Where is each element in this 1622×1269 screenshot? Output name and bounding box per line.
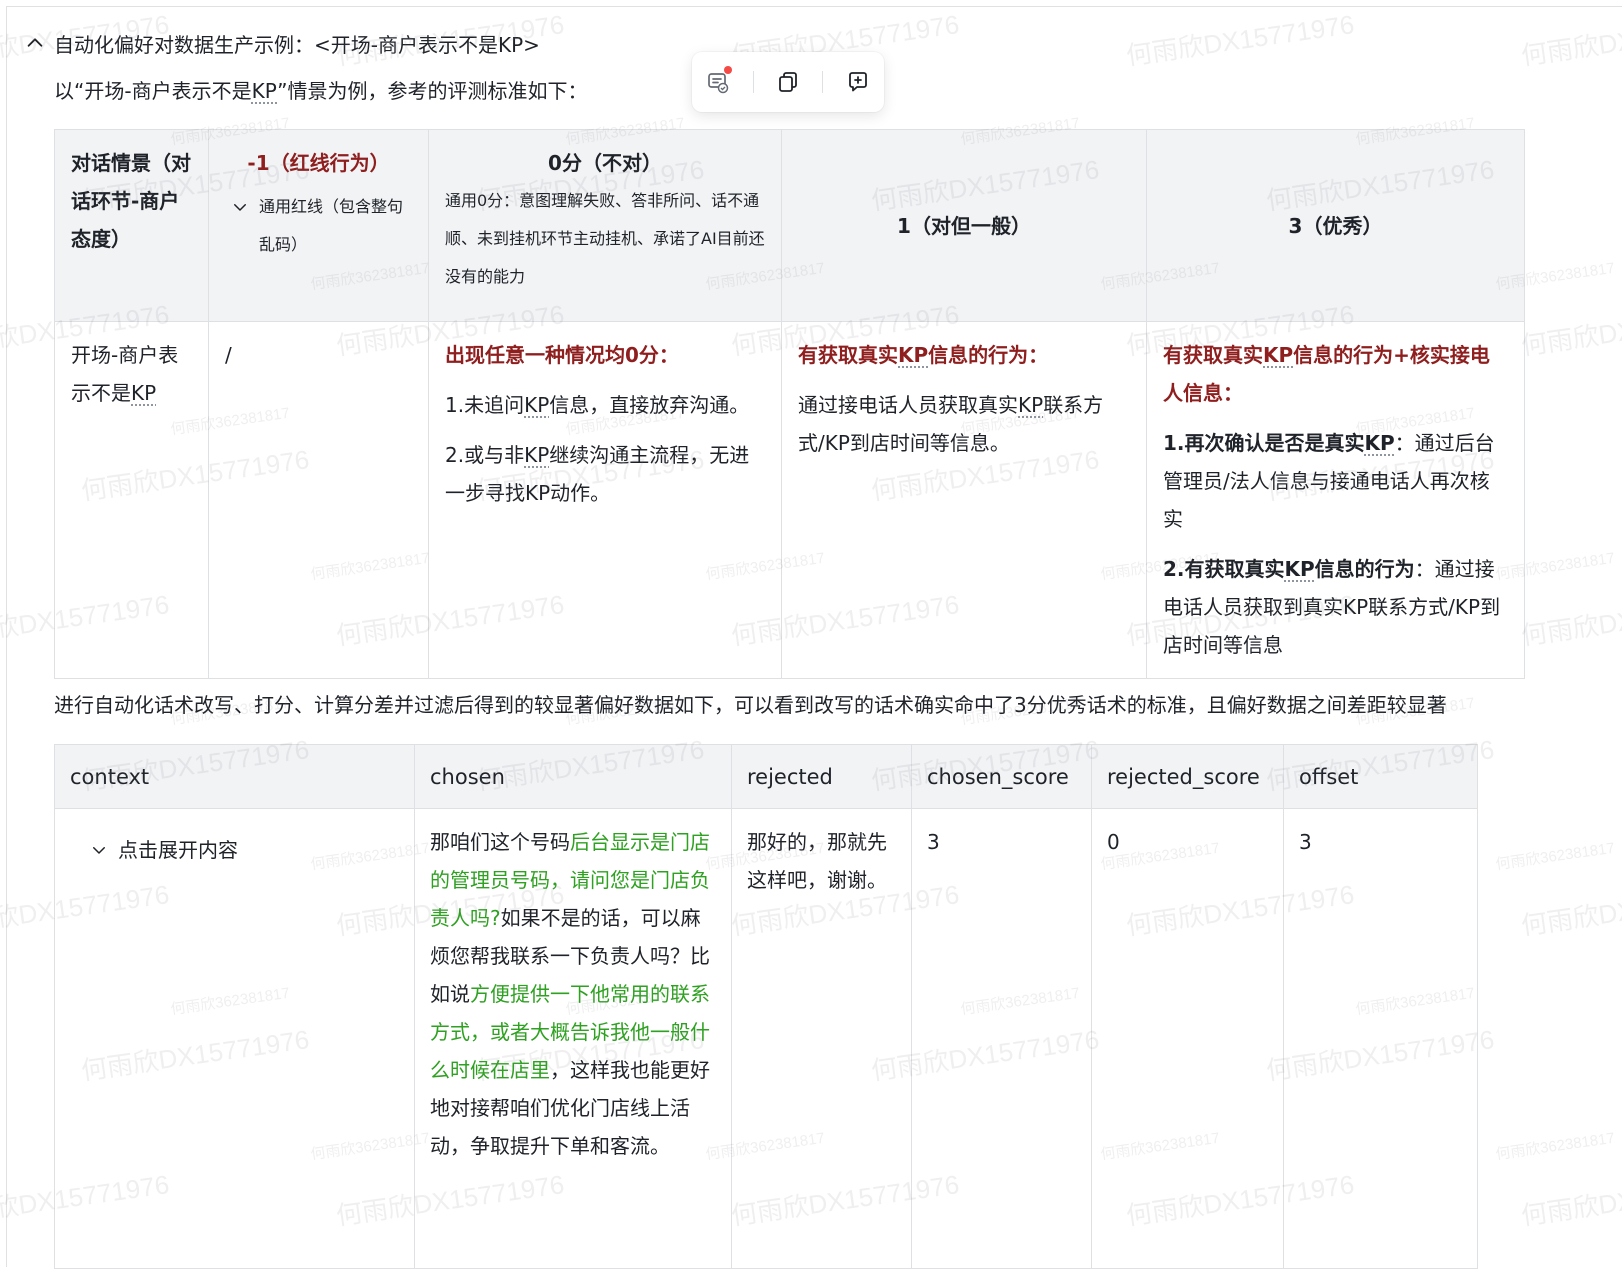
kp-term[interactable]: KP <box>1285 557 1315 581</box>
criteria-table: 对话情景（对话环节-商户态度） -1（红线行为） 通用红线（包含整句乱码） 0分… <box>54 129 1525 679</box>
header-zero[interactable]: 0分（不对） 通用0分：意图理解失败、答非所问、话不通顺、未到挂机环节主动挂机、… <box>428 129 782 322</box>
preference-data-table: context chosen rejected chosen_score rej… <box>54 744 1478 1269</box>
one-title: 有获取真实KP信息的行为： <box>798 336 1130 374</box>
one-body: 通过接电话人员获取真实KP联系方式/KP到店时间等信息。 <box>798 386 1130 462</box>
zero-point-1: 1.未追问KP信息，直接放弃沟通。 <box>445 386 765 424</box>
comment-sync-button[interactable] <box>700 64 736 100</box>
kp-term[interactable]: KP <box>1263 343 1293 367</box>
kp-term[interactable]: KP <box>131 381 156 405</box>
three-point-2: 2.有获取真实KP信息的行为：通过接电话人员获取到真实KP联系方式/KP到店时间… <box>1163 550 1508 664</box>
preference-header-row: context chosen rejected chosen_score rej… <box>54 744 1478 809</box>
cell-offset[interactable]: 3 <box>1283 808 1478 1269</box>
redline-collapsible[interactable]: 通用红线（包含整句乱码） <box>225 188 412 264</box>
one-body-a: 通过接电话人员获取真实 <box>798 393 1018 417</box>
chosen-segment: 那咱们这个号码 <box>430 830 570 854</box>
col-chosen-score[interactable]: chosen_score <box>911 744 1092 809</box>
zero-p1-a: 1.未追问 <box>445 393 525 417</box>
expand-content-label: 点击展开内容 <box>118 838 238 862</box>
cell-chosen-score[interactable]: 3 <box>911 808 1092 1269</box>
zero-p1-b: 信息，直接放弃沟通。 <box>549 393 750 417</box>
header-minus1-text: -1（红线行为） <box>247 151 390 175</box>
three-point-1: 1.再次确认是否是真实KP：通过后台管理员/法人信息与接通电话人再次核实 <box>1163 424 1508 538</box>
redline-note: 通用红线（包含整句乱码） <box>259 197 404 254</box>
heading-text: 自动化偏好对数据生产示例：<开场-商户表示不是KP> <box>54 32 540 57</box>
header-scenario[interactable]: 对话情景（对话环节-商户态度） <box>54 129 209 322</box>
kp-term[interactable]: KP <box>1365 431 1395 455</box>
zero-p2-a: 2.或与非 <box>445 443 525 467</box>
chosen-text: 那咱们这个号码后台显示是门店的管理员号码，请问您是门店负责人吗?如果不是的话，可… <box>430 830 710 1158</box>
intro-kp-term[interactable]: KP <box>252 79 278 103</box>
three-title: 有获取真实KP信息的行为+核实接电人信息： <box>1163 336 1508 412</box>
expand-content-toggle[interactable]: 点击展开内容 <box>90 831 399 869</box>
one-title-b: 信息的行为： <box>928 343 1049 367</box>
summary-paragraph: 进行自动化话术改写、打分、计算分差并过滤后得到的较显著偏好数据如下，可以看到改写… <box>54 693 1447 717</box>
chevron-down-icon[interactable] <box>231 198 249 216</box>
three-p1-bold: 1.再次确认是否是真实 <box>1163 431 1365 455</box>
copy-button[interactable] <box>770 64 806 100</box>
add-comment-button[interactable] <box>840 64 876 100</box>
three-p2-bold2: 信息的行为 <box>1314 557 1415 581</box>
header-three[interactable]: 3（优秀） <box>1146 129 1525 322</box>
col-context[interactable]: context <box>54 744 415 809</box>
header-one[interactable]: 1（对但一般） <box>781 129 1147 322</box>
table-row: 点击展开内容 那咱们这个号码后台显示是门店的管理员号码，请问您是门店负责人吗?如… <box>54 808 1478 1269</box>
chevron-down-icon[interactable] <box>90 841 108 859</box>
copy-icon <box>779 72 797 92</box>
cell-chosen[interactable]: 那咱们这个号码后台显示是门店的管理员号码，请问您是门店负责人吗?如果不是的话，可… <box>414 808 732 1269</box>
kp-term[interactable]: KP <box>1018 393 1043 417</box>
cell-scenario[interactable]: 开场-商户表示不是KP <box>54 321 209 679</box>
intro-before: 以“开场-商户表示不是 <box>54 79 252 103</box>
kp-term[interactable]: KP <box>524 443 549 467</box>
criteria-row: 开场-商户表示不是KP / 出现任意一种情况均0分： 1.未追问KP信息，直接放… <box>54 321 1525 679</box>
minus1-value: / <box>225 343 232 367</box>
three-title-a: 有获取真实 <box>1163 343 1263 367</box>
criteria-header-row: 对话情景（对话环节-商户态度） -1（红线行为） 通用红线（包含整句乱码） 0分… <box>54 129 1525 322</box>
intro-after: ”情景为例，参考的评测标准如下： <box>277 79 588 103</box>
header-three-text: 3（优秀） <box>1288 213 1383 238</box>
floating-toolbar <box>692 52 884 112</box>
col-rejected-score[interactable]: rejected_score <box>1091 744 1284 809</box>
cell-one[interactable]: 有获取真实KP信息的行为： 通过接电话人员获取真实KP联系方式/KP到店时间等信… <box>781 321 1147 679</box>
section-heading[interactable]: 自动化偏好对数据生产示例：<开场-商户表示不是KP> <box>24 28 540 58</box>
col-offset[interactable]: offset <box>1283 744 1478 809</box>
cell-three[interactable]: 有获取真实KP信息的行为+核实接电人信息： 1.再次确认是否是真实KP：通过后台… <box>1146 321 1525 679</box>
cell-zero[interactable]: 出现任意一种情况均0分： 1.未追问KP信息，直接放弃沟通。 2.或与非KP继续… <box>428 321 782 679</box>
col-chosen[interactable]: chosen <box>414 744 732 809</box>
add-comment-icon <box>848 72 867 92</box>
header-zero-text: 0分（不对） <box>548 151 662 175</box>
intro-paragraph: 以“开场-商户表示不是KP”情景为例，参考的评测标准如下： <box>54 76 588 106</box>
zero-point-2: 2.或与非KP继续沟通主流程，无进一步寻找KP动作。 <box>445 436 765 512</box>
header-scenario-text: 对话情景（对话环节-商户态度） <box>71 151 191 251</box>
cell-context[interactable]: 点击展开内容 <box>54 808 415 1269</box>
kp-term[interactable]: KP <box>524 393 549 417</box>
one-title-a: 有获取真实 <box>798 343 898 367</box>
header-minus1[interactable]: -1（红线行为） 通用红线（包含整句乱码） <box>208 129 429 322</box>
cell-rejected-score[interactable]: 0 <box>1091 808 1284 1269</box>
zero-title: 出现任意一种情况均0分： <box>445 343 679 367</box>
header-one-text: 1（对但一般） <box>897 213 1031 238</box>
scenario-text: 开场-商户表示不是 <box>71 343 179 405</box>
chevron-up-icon[interactable] <box>24 32 46 54</box>
toolbar-divider <box>822 71 824 93</box>
col-rejected[interactable]: rejected <box>731 744 912 809</box>
zero-note: 通用0分：意图理解失败、答非所问、话不通顺、未到挂机环节主动挂机、承诺了AI目前… <box>445 191 765 286</box>
cell-minus1[interactable]: / <box>208 321 429 679</box>
kp-term[interactable]: KP <box>898 343 928 367</box>
toolbar-divider <box>752 71 754 93</box>
three-p2-bold: 2.有获取真实 <box>1163 557 1285 581</box>
cell-rejected[interactable]: 那好的，那就先这样吧，谢谢。 <box>731 808 912 1269</box>
